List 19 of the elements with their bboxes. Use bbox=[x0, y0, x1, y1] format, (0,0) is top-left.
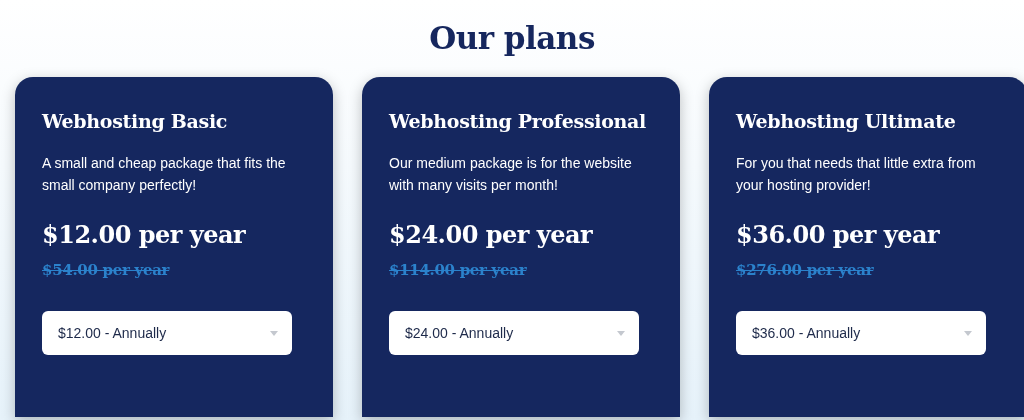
caret-icon bbox=[617, 330, 625, 336]
billing-dropdown[interactable]: $24.00 - Annually bbox=[389, 311, 639, 355]
plan-description: A small and cheap package that fits the small company perfectly! bbox=[42, 154, 287, 195]
plan-description: For you that needs that little extra from your hosting provider! bbox=[736, 154, 977, 195]
plan-title: Webhosting Ultimate bbox=[736, 110, 957, 132]
plan-description: Our medium package is for the website with many visits per month! bbox=[389, 154, 633, 195]
page-title: Our plans bbox=[428, 19, 596, 58]
plan-title: Webhosting Professional bbox=[389, 110, 647, 132]
old-price: $276.00 per year bbox=[736, 261, 874, 279]
plan-price: $24.00 per year bbox=[389, 220, 594, 249]
plan-price: $12.00 per year bbox=[42, 220, 247, 249]
plan-title: Webhosting Basic bbox=[42, 110, 229, 132]
plan-price: $36.00 per year bbox=[736, 220, 941, 249]
caret-icon bbox=[270, 330, 278, 336]
billing-dropdown[interactable]: $12.00 - Annually bbox=[42, 311, 292, 355]
old-price: $54.00 per year bbox=[42, 261, 170, 279]
billing-dropdown[interactable]: $36.00 - Annually bbox=[736, 311, 986, 355]
caret-icon bbox=[964, 330, 972, 336]
old-price: $114.00 per year bbox=[389, 261, 527, 279]
